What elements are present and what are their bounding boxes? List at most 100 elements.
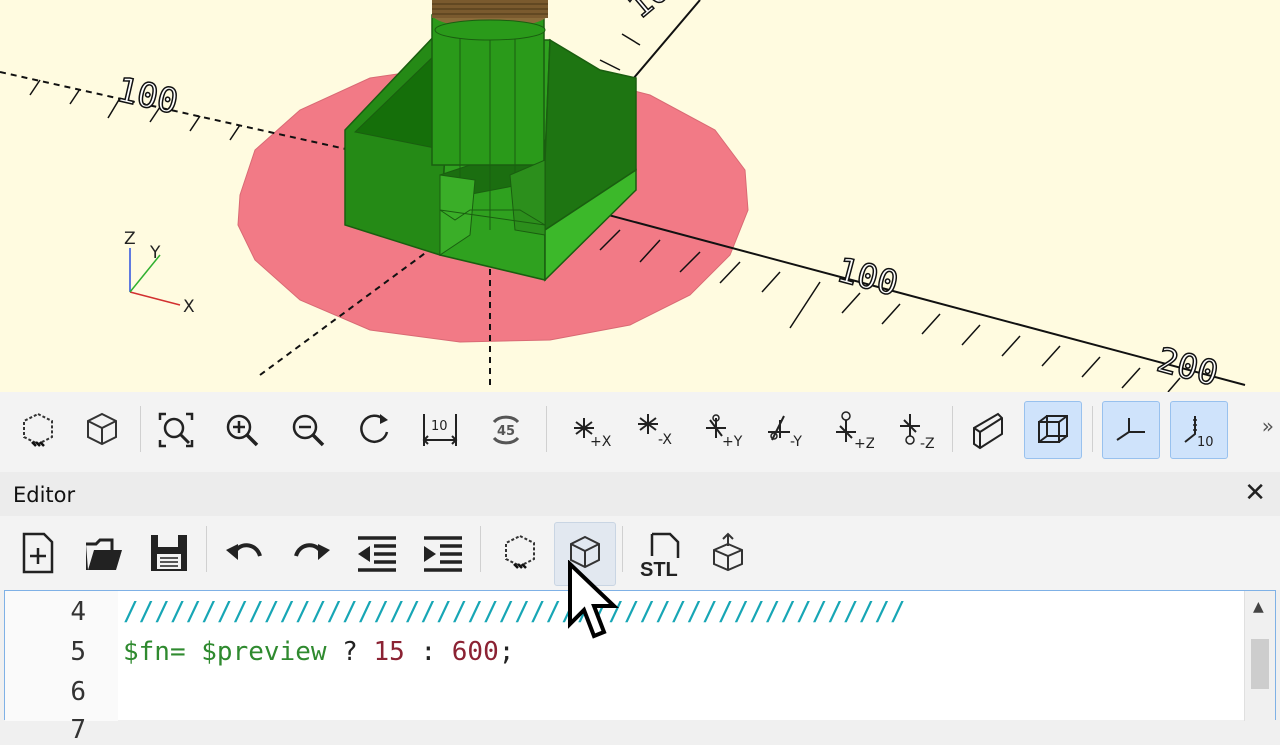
view-right-icon: +X: [574, 418, 612, 450]
indent-button[interactable]: [412, 522, 472, 584]
editor-toolbar: STL: [0, 516, 1280, 590]
preview-button[interactable]: [10, 402, 66, 458]
3d-viewport[interactable]: 100 100 200 100: [0, 0, 1280, 392]
view-right-button[interactable]: +X: [560, 402, 616, 458]
save-icon: [151, 535, 187, 571]
svg-text:10: 10: [1197, 435, 1214, 450]
code-token: $preview: [185, 637, 327, 667]
axis-label-left: 100: [113, 70, 182, 123]
svg-text:STL: STL: [640, 559, 678, 578]
show-scale-markers-button[interactable]: 10: [1170, 401, 1228, 459]
render-button[interactable]: [74, 402, 130, 458]
editor-close-button[interactable]: ✕: [1244, 478, 1266, 508]
view-all-icon: [158, 412, 194, 448]
view-all-button[interactable]: [148, 402, 204, 458]
editor-title: Editor: [13, 483, 76, 507]
code-token: $fn=: [123, 637, 186, 667]
view-10-icon: 10: [422, 414, 458, 446]
orthogonal-icon: [1038, 415, 1068, 443]
view-left-button[interactable]: -X: [626, 402, 682, 458]
svg-text:-Z: -Z: [920, 436, 935, 450]
send-3d-print-icon: [713, 532, 743, 572]
show-axes-icon: [1116, 418, 1145, 441]
open-file-button[interactable]: [72, 522, 132, 584]
axis-label-right: 100: [833, 250, 903, 305]
code-token: 600: [451, 637, 499, 667]
redo-button[interactable]: [280, 522, 340, 584]
redo-icon: [294, 543, 330, 560]
line-number: 5: [70, 637, 86, 667]
code-line-5: $fn= $preview ? 15 : 600;: [123, 637, 514, 667]
code-token: ?: [326, 637, 374, 667]
view-front-icon: -Y: [768, 415, 802, 450]
zoom-in-icon: [226, 414, 259, 447]
scroll-up-icon[interactable]: ▲: [1253, 599, 1264, 615]
svg-text:+X: +X: [590, 434, 612, 450]
folder-open-icon: [86, 538, 122, 570]
line-number-gutter: 4 5 6 7: [5, 591, 118, 745]
code-token: :: [404, 637, 452, 667]
reset-view-icon: [360, 414, 389, 443]
axis-gizmo: Z Y X: [124, 229, 195, 317]
view-10-button[interactable]: 10: [412, 402, 468, 458]
editor-preview-button[interactable]: [490, 522, 550, 584]
indent-icon: [424, 536, 462, 572]
view-toolbar: 10 45 +X -X +Y -Y +Z -Z 10 »: [0, 392, 1280, 473]
export-stl-button[interactable]: STL: [630, 522, 690, 584]
svg-text:+Z: +Z: [854, 436, 874, 450]
code-token: 15: [373, 637, 405, 667]
render-icon: [87, 412, 117, 446]
scroll-thumb[interactable]: [1251, 639, 1269, 689]
svg-text:Y: Y: [149, 243, 161, 263]
svg-text:45: 45: [497, 424, 515, 439]
preview-icon: [23, 412, 53, 447]
zoom-out-button[interactable]: [280, 402, 336, 458]
line-number: 6: [70, 677, 86, 707]
send-to-printer-button[interactable]: [698, 522, 758, 584]
reset-view-button[interactable]: [346, 402, 402, 458]
view-back-button[interactable]: +Y: [692, 402, 748, 458]
show-axes-button[interactable]: [1102, 401, 1160, 459]
code-line-4: ////////////////////////////////////////…: [123, 597, 906, 627]
axis-label-top: 100: [620, 0, 693, 27]
mouse-cursor-icon: [568, 560, 619, 639]
view-top-button[interactable]: +Z: [822, 402, 878, 458]
toolbar-overflow-button[interactable]: »: [1262, 414, 1274, 438]
view-top-icon: +Z: [836, 411, 874, 450]
view-front-button[interactable]: -Y: [756, 402, 812, 458]
view-back-icon: +Y: [706, 414, 743, 450]
view-bottom-icon: -Z: [900, 414, 935, 450]
svg-text:X: X: [183, 297, 195, 317]
unindent-button[interactable]: [346, 522, 406, 584]
preview-icon: [505, 534, 535, 569]
view-bottom-button[interactable]: -Z: [886, 402, 942, 458]
line-number: 4: [70, 597, 86, 627]
svg-text:Z: Z: [124, 229, 136, 249]
rotate-45-icon: 45: [492, 415, 520, 445]
svg-text:-X: -X: [658, 432, 672, 448]
code-editor[interactable]: 4 5 6 7 ////////////////////////////////…: [4, 590, 1276, 745]
code-token: ;: [498, 637, 515, 667]
save-button[interactable]: [138, 522, 198, 584]
svg-text:10: 10: [431, 419, 448, 434]
stl-file-icon: STL: [640, 532, 680, 578]
unindent-icon: [358, 536, 396, 572]
rotate-45-button[interactable]: 45: [478, 402, 534, 458]
new-file-icon: [22, 532, 54, 574]
perspective-icon: [973, 412, 1003, 450]
zoom-in-button[interactable]: [214, 402, 270, 458]
editor-header: Editor ✕: [0, 472, 1280, 517]
zoom-out-icon: [292, 414, 325, 447]
perspective-button[interactable]: [960, 402, 1016, 458]
svg-text:-Y: -Y: [790, 434, 802, 450]
vertical-scrollbar[interactable]: ▲: [1244, 591, 1275, 721]
undo-icon: [226, 543, 262, 560]
scene-render: 100 100 200 100: [0, 0, 1246, 392]
orthogonal-button[interactable]: [1024, 401, 1082, 459]
undo-button[interactable]: [214, 522, 274, 584]
show-scale-markers-icon: 10: [1184, 416, 1214, 450]
view-left-icon: -X: [638, 414, 672, 448]
new-file-button[interactable]: [8, 522, 68, 584]
axis-label-far-right: 200: [1153, 340, 1223, 392]
svg-text:+Y: +Y: [722, 434, 743, 450]
